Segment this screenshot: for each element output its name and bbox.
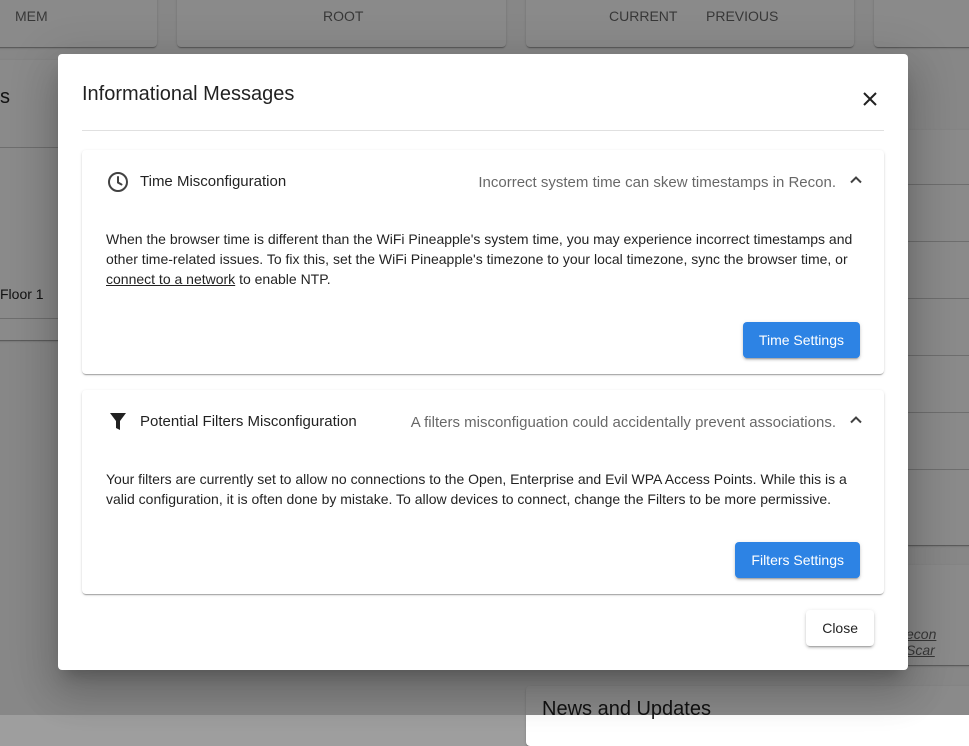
informational-messages-dialog: Informational Messages Time Misconfigura…	[58, 54, 908, 670]
close-button[interactable]: Close	[806, 610, 874, 646]
panel-body: When the browser time is different than …	[106, 229, 860, 289]
chevron-up-icon[interactable]	[846, 410, 866, 430]
time-misconfiguration-header[interactable]: Time Misconfiguration Incorrect system t…	[82, 150, 884, 214]
panel-title: Time Misconfiguration	[140, 173, 287, 190]
filters-misconfiguration-panel: Potential Filters Misconfiguration A fil…	[82, 390, 884, 594]
clock-icon	[106, 170, 130, 194]
panel-title: Potential Filters Misconfiguration	[140, 413, 357, 430]
time-misconfiguration-panel: Time Misconfiguration Incorrect system t…	[82, 150, 884, 374]
time-settings-button[interactable]: Time Settings	[742, 322, 860, 358]
connect-to-network-link[interactable]: connect to a network	[106, 271, 235, 287]
dialog-divider	[82, 130, 884, 131]
panel-body-text: to enable NTP.	[235, 271, 331, 287]
chevron-up-icon[interactable]	[846, 170, 866, 190]
filters-settings-button[interactable]: Filters Settings	[735, 542, 860, 578]
panel-subtitle: A filters misconfiguation could accident…	[410, 414, 836, 431]
panel-body-text: When the browser time is different than …	[106, 231, 853, 267]
panel-body: Your filters are currently set to allow …	[106, 471, 847, 507]
panel-subtitle: Incorrect system time can skew timestamp…	[478, 174, 836, 191]
close-icon[interactable]	[858, 87, 882, 111]
filters-misconfiguration-header[interactable]: Potential Filters Misconfiguration A fil…	[82, 390, 884, 454]
dialog-title: Informational Messages	[82, 83, 295, 105]
filter-icon	[106, 410, 130, 434]
